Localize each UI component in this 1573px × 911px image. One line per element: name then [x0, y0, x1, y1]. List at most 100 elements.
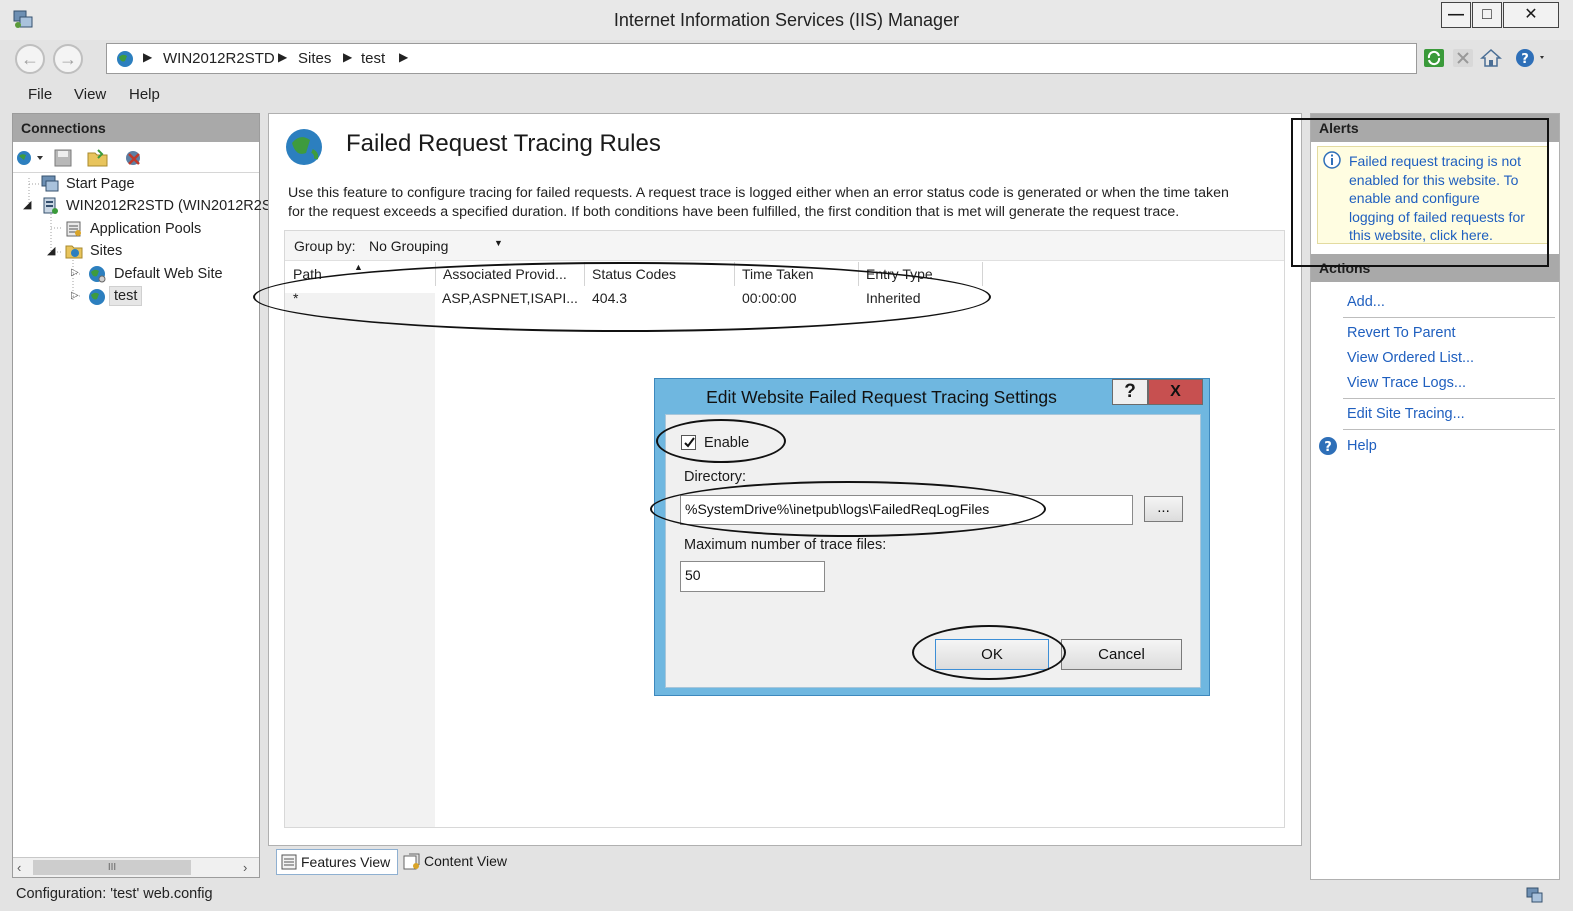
sites-folder-icon	[65, 242, 83, 260]
scroll-right-icon[interactable]: ›	[243, 860, 247, 875]
breadcrumb-arrow-icon: ▶	[399, 50, 409, 64]
svg-text:?: ?	[1521, 52, 1529, 67]
connections-panel: Connections Start Page ◢ WIN2012R2STD (W…	[12, 113, 280, 878]
sorted-column-shade	[285, 293, 435, 827]
server-icon	[41, 197, 59, 215]
cell-time-taken: 00:00:00	[742, 290, 797, 306]
action-view-ordered-list[interactable]: View Ordered List...	[1347, 350, 1474, 366]
maximize-button[interactable]: □	[1472, 2, 1502, 28]
description-line-1: Use this feature to configure tracing fo…	[288, 185, 1229, 201]
cell-providers: ASP,ASPNET,ISAPI...	[442, 290, 578, 306]
breadcrumb-sites[interactable]: Sites	[298, 50, 331, 67]
column-header-providers[interactable]: Associated Provid...	[436, 262, 585, 286]
status-bar	[0, 882, 1573, 911]
column-header-time-taken[interactable]: Time Taken	[735, 262, 859, 286]
default-site-globe-icon	[87, 264, 106, 283]
collapse-arrow-icon[interactable]: ◢	[23, 198, 31, 211]
action-revert-to-parent[interactable]: Revert To Parent	[1347, 325, 1456, 341]
info-icon	[1322, 150, 1342, 173]
collapse-arrow-icon[interactable]: ◢	[47, 244, 55, 257]
max-files-label: Maximum number of trace files:	[684, 537, 887, 553]
sort-ascending-icon: ▲	[354, 262, 363, 272]
menu-help[interactable]: Help	[129, 86, 160, 103]
cell-path: *	[293, 290, 299, 306]
directory-label: Directory:	[684, 469, 747, 485]
dialog-title: Edit Website Failed Request Tracing Sett…	[706, 387, 1057, 407]
minimize-button[interactable]: —	[1441, 2, 1471, 28]
breadcrumb-arrow-icon: ▶	[278, 50, 288, 64]
tab-features-view[interactable]: Features View	[276, 849, 398, 875]
tree-server[interactable]: WIN2012R2STD (WIN2012R2ST	[66, 198, 280, 214]
dropdown-arrow-icon: ▼	[494, 238, 503, 248]
group-by-label: Group by:	[294, 238, 356, 254]
group-by-select[interactable]: No Grouping ▼	[364, 235, 508, 258]
start-page-icon	[41, 175, 59, 193]
tree-sites[interactable]: Sites	[90, 243, 122, 259]
horizontal-scrollbar[interactable]: ‹ III ›	[13, 857, 259, 877]
dialog-help-button[interactable]: ?	[1112, 379, 1148, 405]
checkmark-icon	[684, 437, 695, 448]
alert-line: enabled for this website. To	[1349, 171, 1519, 188]
dialog-close-button[interactable]: X	[1148, 379, 1203, 405]
column-header-entry-type[interactable]: Entry Type	[859, 262, 983, 286]
refresh-icon[interactable]	[1423, 47, 1445, 69]
menu-file[interactable]: File	[28, 86, 52, 103]
alert-line: enable and configure	[1349, 190, 1480, 207]
tree-test-selected[interactable]: test	[109, 286, 143, 306]
breadcrumb-arrow-icon: ▶	[343, 50, 353, 64]
back-arrow-icon[interactable]: ←	[15, 44, 45, 74]
tree-application-pools[interactable]: Application Pools	[90, 221, 201, 237]
alert-line: Failed request tracing is not	[1349, 153, 1521, 169]
expand-arrow-icon[interactable]: ▷	[71, 267, 79, 278]
cancel-button[interactable]: Cancel	[1061, 639, 1182, 670]
help-dropdown-icon[interactable]: ?	[1514, 47, 1544, 69]
action-add[interactable]: Add...	[1347, 294, 1385, 310]
features-view-icon	[281, 854, 297, 873]
tab-content-view[interactable]: Content View	[400, 849, 530, 875]
alert-message[interactable]: Failed request tracing is not enabled fo…	[1349, 152, 1525, 245]
home-icon[interactable]	[1480, 47, 1502, 69]
browse-button[interactable]: ...	[1144, 496, 1183, 522]
column-header-status-codes[interactable]: Status Codes	[585, 262, 735, 286]
save-icon[interactable]	[53, 148, 73, 171]
network-status-icon	[1526, 885, 1546, 908]
action-view-trace-logs[interactable]: View Trace Logs...	[1347, 375, 1466, 391]
svg-text:?: ?	[1324, 440, 1332, 455]
forward-arrow-icon[interactable]: →	[53, 44, 83, 74]
breadcrumb-test[interactable]: test	[361, 50, 385, 67]
stop-icon[interactable]	[1452, 47, 1474, 69]
description-line-2: for the request exceeds a specified dura…	[288, 204, 1180, 220]
action-help[interactable]: Help	[1347, 438, 1377, 454]
tab-features-label: Features View	[301, 854, 391, 870]
action-edit-site-tracing[interactable]: Edit Site Tracing...	[1347, 406, 1465, 422]
alerts-title: Alerts	[1311, 114, 1559, 142]
breadcrumb-server[interactable]: WIN2012R2STD	[163, 50, 275, 67]
alert-box[interactable]: Failed request tracing is not enabled fo…	[1317, 146, 1549, 244]
connect-icon[interactable]	[15, 148, 45, 171]
test-site-globe-icon	[87, 287, 105, 305]
window-title: Internet Information Services (IIS) Mana…	[613, 10, 960, 30]
scroll-thumb[interactable]: III	[33, 860, 191, 875]
close-window-button[interactable]: ✕	[1503, 2, 1559, 28]
expand-arrow-icon[interactable]: ▷	[71, 290, 79, 301]
actions-title: Actions	[1311, 254, 1559, 282]
group-by-value: No Grouping	[369, 238, 449, 254]
connections-title: Connections	[13, 114, 259, 142]
folder-icon[interactable]	[87, 148, 109, 171]
content-view-icon	[403, 853, 421, 874]
scroll-left-icon[interactable]: ‹	[17, 860, 21, 875]
tree-start-page[interactable]: Start Page	[66, 176, 135, 192]
ok-button[interactable]: OK	[935, 639, 1049, 670]
address-bar[interactable]: ▶ WIN2012R2STD ▶ Sites ▶ test ▶	[106, 43, 1417, 74]
tree-default-web-site[interactable]: Default Web Site	[114, 266, 223, 282]
page-title: Failed Request Tracing Rules	[346, 130, 661, 157]
directory-input[interactable]: %SystemDrive%\inetpub\logs\FailedReqLogF…	[680, 495, 1133, 525]
enable-checkbox[interactable]	[681, 435, 696, 450]
disconnect-icon[interactable]	[123, 148, 145, 171]
tab-content-label: Content View	[424, 853, 508, 869]
app-pools-icon	[65, 220, 83, 238]
alert-line: logging of failed requests for	[1349, 208, 1525, 225]
max-files-input[interactable]: 50	[680, 561, 825, 592]
menu-view[interactable]: View	[74, 86, 106, 103]
enable-label: Enable	[704, 435, 750, 451]
